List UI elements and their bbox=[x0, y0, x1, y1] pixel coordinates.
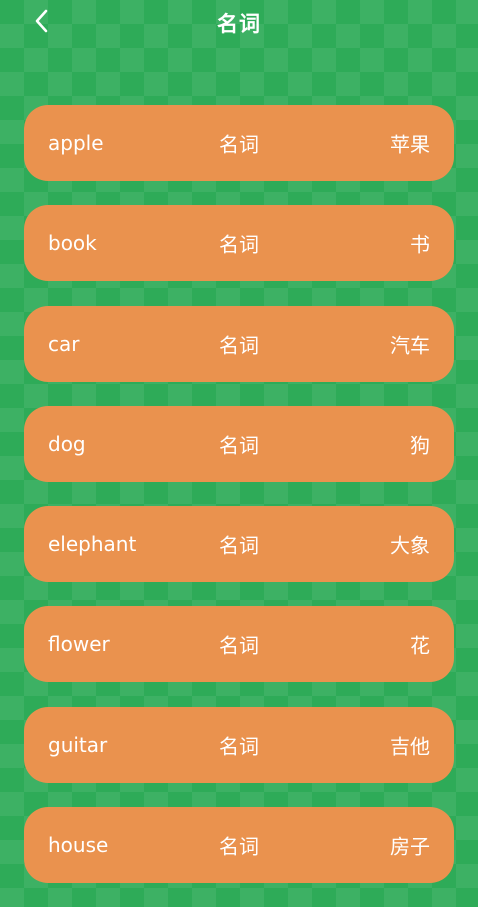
word-english: dog bbox=[48, 431, 86, 456]
word-chinese: 大象 bbox=[390, 533, 430, 558]
word-card-dog[interactable]: dog 名词 狗 bbox=[24, 405, 454, 482]
word-card-car[interactable]: car 名词 汽车 bbox=[24, 305, 454, 382]
word-chinese: 汽车 bbox=[390, 333, 430, 358]
page-title: 名词 bbox=[217, 12, 261, 36]
word-card-house[interactable]: house 名词 房子 bbox=[24, 807, 454, 884]
word-chinese: 书 bbox=[410, 232, 430, 257]
word-english: book bbox=[48, 231, 97, 256]
word-card-guitar[interactable]: guitar 名词 吉他 bbox=[24, 706, 454, 783]
word-card-apple[interactable]: apple 名词 苹果 bbox=[24, 105, 454, 181]
header: 名词 bbox=[0, 0, 478, 44]
word-english: house bbox=[48, 833, 109, 858]
word-english: elephant bbox=[48, 532, 137, 557]
word-card-flower[interactable]: flower 名词 花 bbox=[24, 606, 454, 683]
word-list: apple 名词 苹果 book 名词 书 car 名词 汽车 dog 名词 狗… bbox=[24, 105, 454, 907]
word-card-elephant[interactable]: elephant 名词 大象 bbox=[24, 506, 454, 583]
word-english: guitar bbox=[48, 732, 108, 757]
word-part-of-speech: 名词 bbox=[219, 433, 259, 458]
word-chinese: 吉他 bbox=[390, 734, 430, 759]
word-chinese: 狗 bbox=[410, 433, 430, 458]
word-chinese: 花 bbox=[410, 633, 430, 658]
word-card-book[interactable]: book 名词 书 bbox=[24, 205, 454, 282]
word-english: apple bbox=[48, 131, 104, 155]
word-english: car bbox=[48, 331, 80, 356]
word-chinese: 房子 bbox=[390, 834, 430, 859]
word-chinese: 苹果 bbox=[390, 132, 430, 157]
word-english: flower bbox=[48, 632, 110, 657]
